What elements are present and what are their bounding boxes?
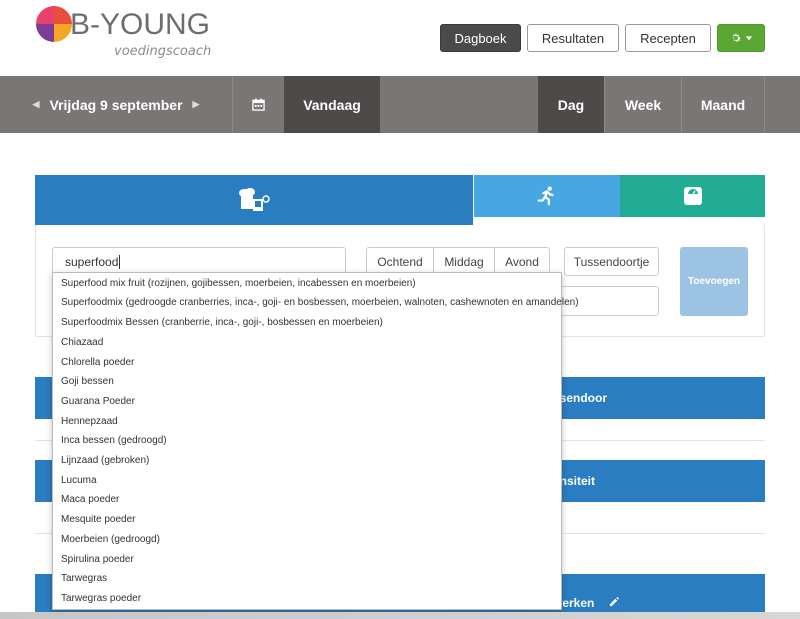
suggestion-item[interactable]: Lijnzaad (gebroken) [61,455,149,466]
entry-tabs [35,175,765,225]
brand-logo[interactable]: B-YOUNG voedingscoach [36,6,236,66]
calendar-icon [251,98,265,111]
suggestion-item[interactable]: Tarwegras [61,573,107,584]
tab-food[interactable] [35,175,473,225]
suggestion-item[interactable]: Guarana Poeder [61,396,135,407]
meal-tussendoortje-button[interactable]: Tussendoortje [564,247,659,276]
nav-dagboek-button[interactable]: Dagboek [440,24,521,52]
suggestion-item[interactable]: Superfoodmix (gedroogde cranberries, inc… [61,297,579,308]
brand-tagline: voedingscoach [114,44,212,59]
caret-right-icon[interactable]: ▶ [193,99,200,110]
suggestion-item[interactable]: Moerbeien (gedroogd) [61,534,160,545]
tab-weight[interactable] [620,175,765,217]
tab-exercise[interactable] [474,175,620,217]
window-bottom-edge [0,612,800,619]
pencil-icon[interactable] [609,596,620,607]
date-selector[interactable]: ◀ Vrijdag 9 september ▶ [0,76,232,133]
nav-recepten-button[interactable]: Recepten [625,24,711,52]
nav-resultaten-button[interactable]: Resultaten [527,24,619,52]
text-cursor [119,254,121,269]
add-button[interactable]: Toevoegen [680,247,748,316]
view-maand-button[interactable]: Maand [682,76,764,133]
suggestion-item[interactable]: Goji bessen [61,376,114,387]
current-date: Vrijdag 9 september [49,96,183,113]
caret-left-icon[interactable]: ◀ [33,99,40,110]
food-icon [239,188,270,211]
suggestion-item[interactable]: Inca bessen (gedroogd) [61,435,167,446]
today-button[interactable]: Vandaag [284,76,380,133]
gear-icon [732,33,741,42]
app-header: B-YOUNG voedingscoach Dagboek Resultaten… [0,0,800,76]
suggestion-item[interactable]: Hennepzaad [61,416,118,427]
search-suggestions-dropdown: Superfood mix fruit (rozijnen, gojibesse… [52,272,579,610]
suggestion-item[interactable]: Superfood mix fruit (rozijnen, gojibesse… [61,278,416,289]
logo-mark-icon [36,6,72,42]
suggestion-item[interactable]: Lucuma [61,475,97,486]
calendar-button[interactable] [233,76,283,133]
settings-button[interactable] [717,24,765,52]
view-dag-button[interactable]: Dag [538,76,604,133]
suggestion-item[interactable]: Maca poeder [61,494,119,505]
suggestion-item[interactable]: Superfoodmix Bessen (cranberrie, inca-, … [61,317,383,328]
suggestion-item[interactable]: Spirulina poeder [61,554,134,565]
suggestion-item[interactable]: Chlorella poeder [61,357,134,368]
search-value: superfood [65,254,119,269]
view-week-button[interactable]: Week [605,76,681,133]
suggestion-item[interactable]: Chiazaad [61,337,103,348]
caret-down-icon [745,36,752,41]
brand-name: B-YOUNG [70,8,211,41]
date-navigation-bar: ◀ Vrijdag 9 september ▶ Vandaag Dag Week… [0,76,800,133]
suggestion-item[interactable]: Tarwegras poeder [61,593,141,604]
runner-icon [537,186,554,206]
suggestion-item[interactable]: Mesquite poeder [61,514,136,525]
divider [764,76,765,133]
scale-icon [683,187,702,205]
